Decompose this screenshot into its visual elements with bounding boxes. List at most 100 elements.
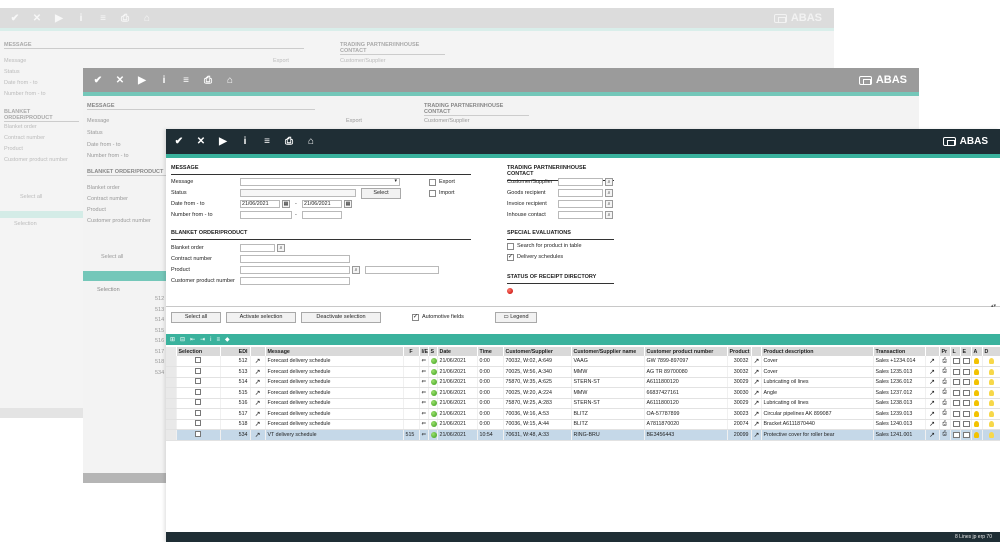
invoice-recipient-input[interactable] xyxy=(558,200,603,208)
table-row[interactable]: 512 ↗ Forecast delivery schedule ⇐ 21/06/202… xyxy=(166,356,1000,367)
bulb-icon[interactable] xyxy=(982,387,1000,399)
check-icon[interactable]: ✔ xyxy=(87,75,109,86)
document-icon[interactable] xyxy=(950,408,961,420)
open-link-icon[interactable]: ↗ xyxy=(250,356,266,367)
document-icon[interactable] xyxy=(950,387,961,399)
open-link-icon[interactable]: ↗ xyxy=(751,429,762,441)
col-link[interactable] xyxy=(250,347,266,356)
col-a[interactable]: A xyxy=(971,347,983,356)
status-field[interactable] xyxy=(240,189,356,197)
open-link-icon[interactable]: ↗ xyxy=(751,387,762,399)
col-product-description[interactable]: Product description xyxy=(761,347,874,356)
row-select-checkbox[interactable] xyxy=(176,419,221,430)
document-icon[interactable] xyxy=(950,366,961,378)
number-from-input[interactable] xyxy=(240,211,292,219)
table-row[interactable]: 513 ↗ Forecast delivery schedule ⇐ 21/06/202… xyxy=(166,366,1000,378)
customer-product-number-input[interactable] xyxy=(240,277,350,285)
open-link-icon[interactable]: ↗ xyxy=(925,377,940,388)
warning-icon[interactable] xyxy=(971,377,983,388)
number-to-input[interactable] xyxy=(302,211,342,219)
grid-delete-icon[interactable]: ◆ xyxy=(225,336,230,343)
goods-recipient-input[interactable] xyxy=(558,189,603,197)
document-icon[interactable] xyxy=(950,377,961,388)
calendar-icon[interactable]: ▦ xyxy=(282,200,290,208)
date-from-input[interactable]: 21/06/2021 xyxy=(240,200,280,208)
bulb-icon[interactable] xyxy=(982,366,1000,378)
document-icon[interactable] xyxy=(960,366,972,378)
document-icon[interactable] xyxy=(960,419,972,430)
row-select-checkbox[interactable] xyxy=(176,429,221,441)
document-icon[interactable] xyxy=(960,356,972,367)
import-checkbox[interactable] xyxy=(429,190,436,197)
table-row[interactable]: 514 ↗ Forecast delivery schedule ⇐ 21/06/202… xyxy=(166,377,1000,388)
warning-icon[interactable] xyxy=(971,366,983,378)
deactivate-selection-button[interactable]: Deactivate selection xyxy=(301,312,381,323)
open-link-icon[interactable]: ↗ xyxy=(250,419,266,430)
table-row[interactable]: 516 ↗ Forecast delivery schedule ⇐ 21/06/202… xyxy=(166,398,1000,409)
col-edi[interactable]: EDI xyxy=(220,347,251,356)
select-button[interactable]: Select xyxy=(361,188,401,199)
print-icon[interactable]: ⎙ xyxy=(114,13,136,24)
table-row[interactable]: 515 ↗ Forecast delivery schedule ⇐ 21/06/202… xyxy=(166,387,1000,399)
row-header[interactable] xyxy=(166,408,177,420)
col-selection[interactable]: Selection xyxy=(176,347,221,356)
col-transaction-link[interactable] xyxy=(925,347,940,356)
row-select-checkbox[interactable] xyxy=(176,408,221,420)
grid-move-end-icon[interactable]: ⇥ xyxy=(200,336,205,343)
warning-icon[interactable] xyxy=(971,408,983,420)
row-header[interactable] xyxy=(166,356,177,367)
product-input[interactable] xyxy=(240,266,350,274)
row-header[interactable] xyxy=(166,387,177,399)
document-icon[interactable] xyxy=(960,387,972,399)
document-icon[interactable] xyxy=(960,408,972,420)
open-link-icon[interactable]: ↗ xyxy=(751,366,762,378)
open-link-icon[interactable]: ↗ xyxy=(250,398,266,409)
table-row[interactable]: 534 ↗ VT delivery schedule 515 ⇐ 21/06/2021 10… xyxy=(166,429,1000,441)
search-icon[interactable]: ⌕ xyxy=(352,266,360,274)
open-link-icon[interactable]: ↗ xyxy=(250,408,266,420)
print-icon[interactable]: ⎙ xyxy=(197,75,219,86)
open-link-icon[interactable]: ↗ xyxy=(925,366,940,378)
check-icon[interactable]: ✔ xyxy=(168,136,190,147)
document-icon[interactable] xyxy=(950,356,961,367)
table-row[interactable]: 518 ↗ Forecast delivery schedule ⇐ 21/06/202… xyxy=(166,419,1000,430)
document-icon[interactable] xyxy=(950,419,961,430)
col-customer-name[interactable]: Customer/Supplier name xyxy=(571,347,645,356)
menu-icon[interactable]: ≡ xyxy=(256,136,278,147)
col-customer[interactable]: Customer/Supplier xyxy=(503,347,572,356)
open-link-icon[interactable]: ↗ xyxy=(751,419,762,430)
col-customer-product-number[interactable]: Customer product number xyxy=(644,347,728,356)
document-icon[interactable] xyxy=(960,429,972,441)
printer-icon[interactable]: ⎙ xyxy=(939,366,951,378)
open-link-icon[interactable]: ↗ xyxy=(250,429,266,441)
printer-icon[interactable]: ⎙ xyxy=(939,356,951,367)
warning-icon[interactable] xyxy=(971,387,983,399)
col-ie[interactable]: I/E xyxy=(419,347,429,356)
search-product-checkbox[interactable] xyxy=(507,243,514,250)
printer-icon[interactable]: ⎙ xyxy=(939,387,951,399)
open-link-icon[interactable]: ↗ xyxy=(751,377,762,388)
grid-copy-icon[interactable]: ⊟ xyxy=(180,336,185,343)
open-link-icon[interactable]: ↗ xyxy=(925,398,940,409)
document-icon[interactable] xyxy=(960,398,972,409)
document-icon[interactable] xyxy=(950,398,961,409)
close-icon[interactable]: ✕ xyxy=(190,136,212,147)
row-select-checkbox[interactable] xyxy=(176,377,221,388)
contract-number-input[interactable] xyxy=(240,255,350,263)
collapse-arrows-icon[interactable]: ▴▾ xyxy=(991,303,996,309)
home-icon[interactable]: ⌂ xyxy=(219,75,241,86)
col-product[interactable]: Product xyxy=(727,347,752,356)
col-f[interactable]: F xyxy=(403,347,420,356)
automotive-fields-checkbox[interactable]: ✓ xyxy=(412,314,419,321)
delivery-schedules-checkbox[interactable]: ✓ xyxy=(507,254,514,261)
menu-icon[interactable]: ≡ xyxy=(92,13,114,24)
col-transaction[interactable]: Transaction xyxy=(873,347,926,356)
printer-icon[interactable]: ⎙ xyxy=(939,398,951,409)
play-icon[interactable]: ▶ xyxy=(212,136,234,147)
legend-button[interactable]: ▭ Legend xyxy=(495,312,537,323)
row-header[interactable] xyxy=(166,429,177,441)
date-to-input[interactable]: 21/06/2021 xyxy=(302,200,342,208)
row-header[interactable] xyxy=(166,377,177,388)
open-link-icon[interactable]: ↗ xyxy=(925,356,940,367)
close-icon[interactable]: ✕ xyxy=(26,13,48,24)
